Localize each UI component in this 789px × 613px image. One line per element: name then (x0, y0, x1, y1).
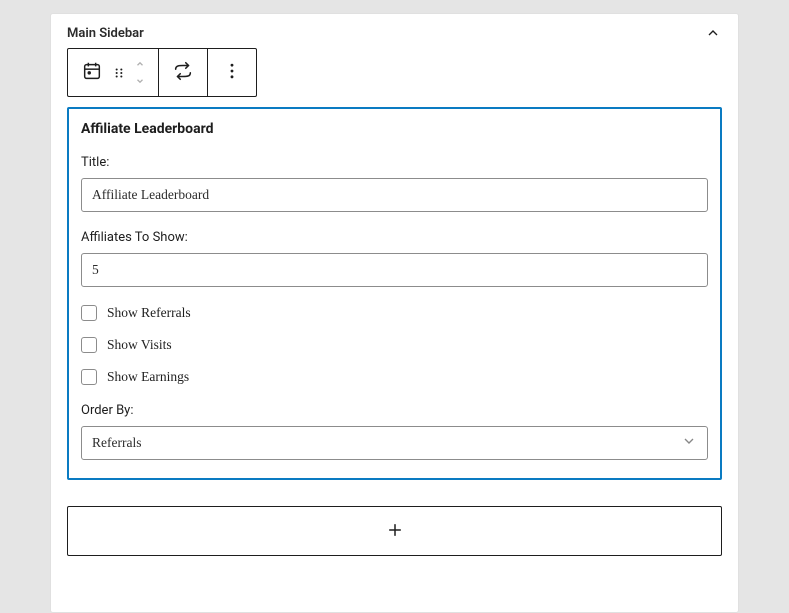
count-label: Affiliates To Show: (81, 230, 708, 245)
widget-title: Affiliate Leaderboard (81, 121, 708, 137)
chevron-up-icon[interactable] (704, 24, 722, 42)
order-by-value: Referrals (92, 435, 141, 451)
chevron-down-icon (134, 76, 146, 86)
options-button[interactable] (216, 50, 248, 96)
show-earnings-row: Show Earnings (81, 369, 708, 385)
drag-handle-icon[interactable] (108, 50, 130, 96)
show-visits-checkbox[interactable] (81, 337, 97, 353)
chevron-up-icon (134, 59, 146, 69)
toolbar-group-options (207, 49, 256, 96)
show-earnings-label: Show Earnings (107, 369, 189, 385)
toolbar-group-transform (158, 49, 207, 96)
show-referrals-row: Show Referrals (81, 305, 708, 321)
show-visits-row: Show Visits (81, 337, 708, 353)
calendar-icon (81, 60, 103, 85)
move-up-button[interactable] (134, 57, 146, 72)
toolbar-group-type (68, 49, 158, 96)
plus-icon (385, 520, 405, 543)
mover-buttons (130, 57, 150, 89)
order-by-select[interactable]: Referrals (81, 426, 708, 460)
show-referrals-label: Show Referrals (107, 305, 191, 321)
show-earnings-checkbox[interactable] (81, 369, 97, 385)
show-referrals-checkbox[interactable] (81, 305, 97, 321)
block-type-button[interactable] (76, 50, 108, 96)
show-visits-label: Show Visits (107, 337, 172, 353)
panel-header[interactable]: Main Sidebar (67, 14, 722, 48)
block-toolbar (67, 48, 257, 97)
transform-button[interactable] (167, 50, 199, 96)
add-block-button[interactable] (67, 506, 722, 556)
panel-title: Main Sidebar (67, 26, 144, 41)
move-down-button[interactable] (134, 74, 146, 89)
more-vertical-icon (222, 61, 242, 84)
order-by-label: Order By: (81, 403, 708, 418)
widget-area-panel: Main Sidebar (50, 13, 739, 613)
count-input[interactable] (81, 253, 708, 287)
widget-block-selected: Affiliate Leaderboard Title: Affiliates … (67, 107, 722, 480)
title-label: Title: (81, 155, 708, 170)
chevron-down-icon (681, 433, 697, 453)
title-input[interactable] (81, 178, 708, 212)
transform-arrow-icon (172, 60, 194, 85)
